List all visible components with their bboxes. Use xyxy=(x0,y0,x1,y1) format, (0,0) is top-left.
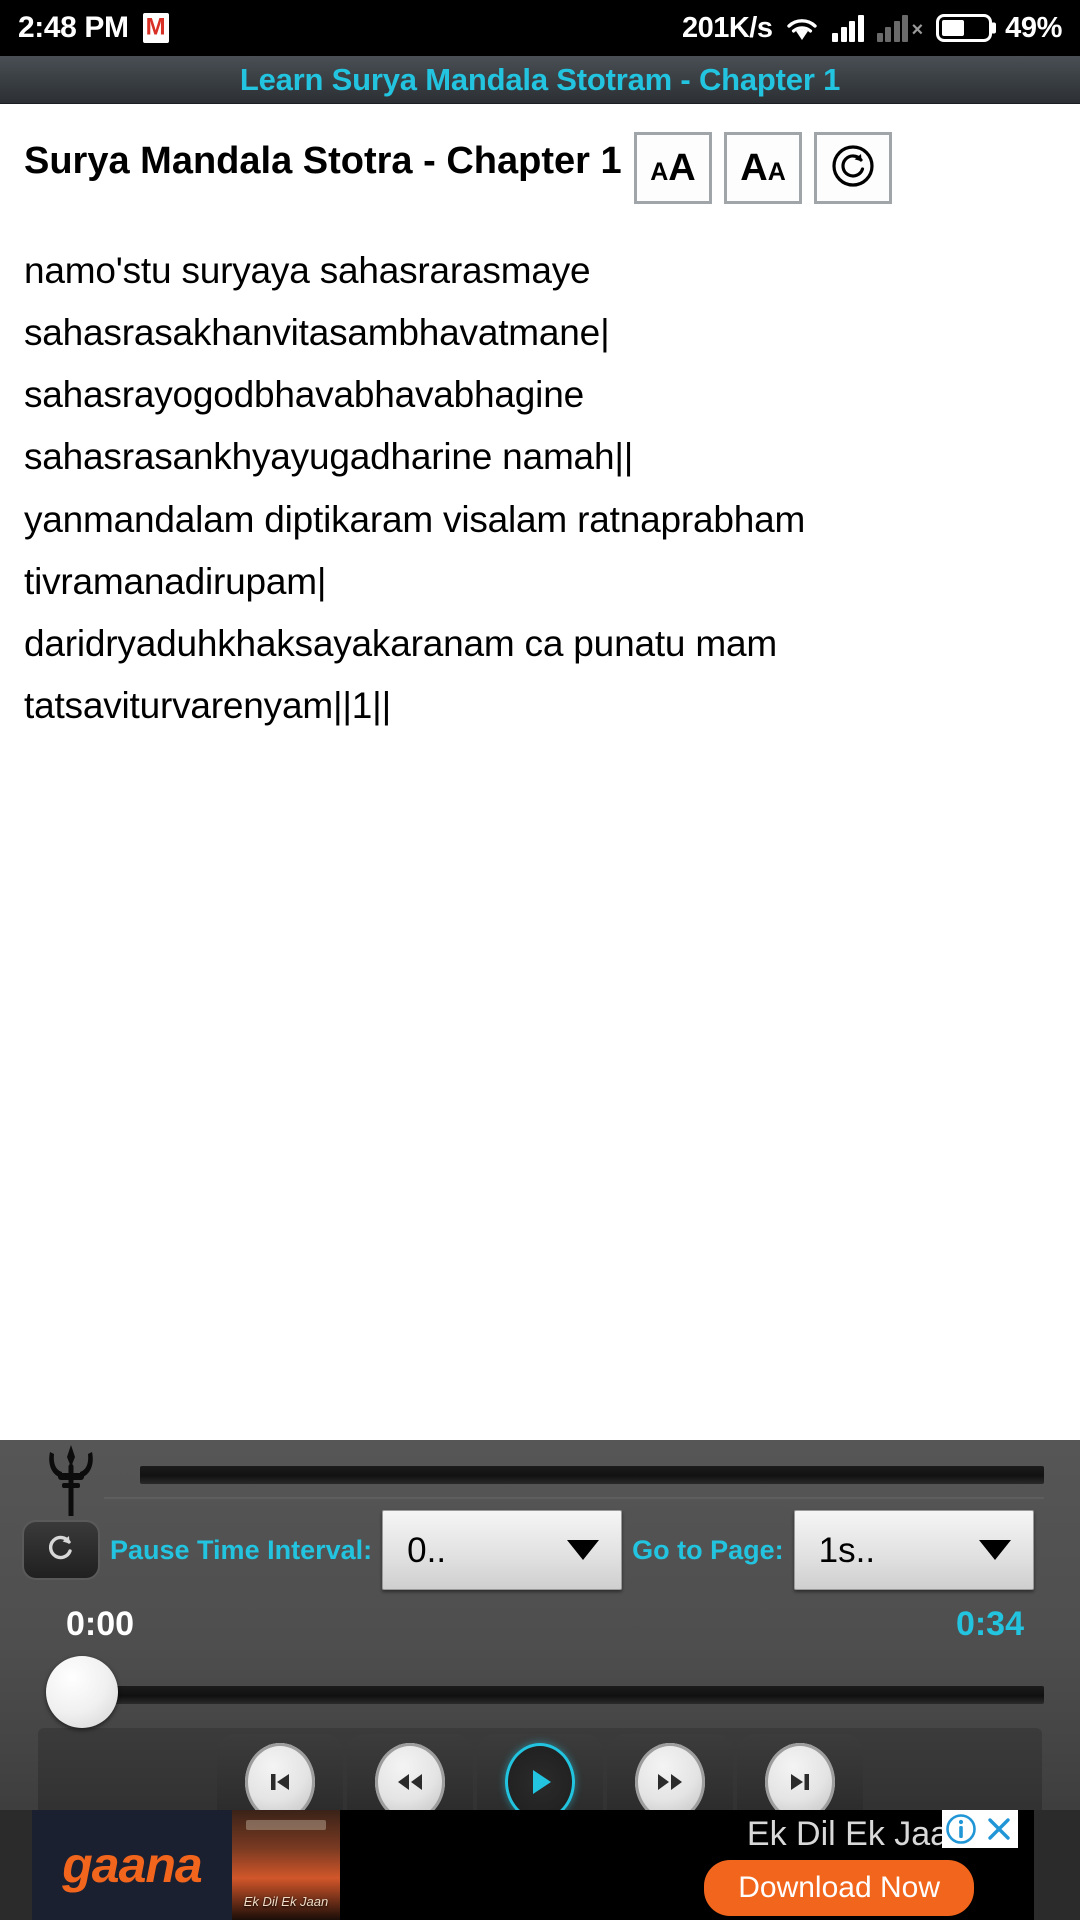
page-title: Learn Surya Mandala Stotram - Chapter 1 xyxy=(239,61,841,97)
ad-info-icon[interactable] xyxy=(942,1810,980,1848)
ad-download-button[interactable]: Download Now xyxy=(704,1859,974,1916)
ad-album-art-title: Ek Dil Ek Jaan xyxy=(243,1894,329,1910)
loop-repeat-button[interactable] xyxy=(22,1520,100,1580)
pause-time-interval-value: 0.. xyxy=(407,1530,447,1570)
seek-track[interactable] xyxy=(114,1686,1044,1704)
top-divider-line xyxy=(104,1497,1044,1499)
increase-font-icon: AA xyxy=(650,147,696,189)
reset-button[interactable] xyxy=(814,132,892,204)
battery-icon xyxy=(936,14,993,42)
pause-time-interval-dropdown[interactable]: 0.. xyxy=(382,1510,623,1590)
reset-circular-arrow-icon xyxy=(830,143,876,194)
status-bar-left: 2:48 PM xyxy=(18,11,169,45)
chevron-down-icon xyxy=(978,1540,1011,1560)
content-header: Surya Mandala Stotra - Chapter 1 AA AA xyxy=(24,130,1056,204)
seek-bar[interactable] xyxy=(18,1650,1062,1728)
status-bar-right: 201K/s × 49% xyxy=(682,12,1062,45)
increase-font-button[interactable]: AA xyxy=(634,132,712,204)
status-bar: 2:48 PM 201K/s × 49% xyxy=(0,0,1080,56)
audio-player-panel: Pause Time Interval: 0.. Go to Page: 1s.… xyxy=(0,1440,1080,1836)
trident-icon xyxy=(40,1442,102,1520)
chapter-title: Surya Mandala Stotra - Chapter 1 xyxy=(24,140,622,182)
top-progress-row xyxy=(18,1440,1062,1516)
network-speed-label: 201K/s xyxy=(681,11,773,44)
app-root: 2:48 PM 201K/s × 49% xyxy=(0,0,1080,1920)
player-options-row: Pause Time Interval: 0.. Go to Page: 1s.… xyxy=(18,1502,1062,1598)
ad-close-icon[interactable] xyxy=(980,1810,1018,1848)
current-time-label: 0:00 xyxy=(66,1604,135,1643)
ad-banner[interactable]: gaana Ek Dil Ek Jaan Ek Dil Ek Jaan Down… xyxy=(0,1810,1080,1920)
go-to-page-dropdown[interactable]: 1s.. xyxy=(793,1510,1034,1590)
ad-right-gutter xyxy=(1034,1810,1080,1920)
verse-text: namo'stu suryaya sahasrarasmaye sahasras… xyxy=(24,250,806,727)
loop-repeat-icon xyxy=(41,1528,81,1573)
title-bar: Learn Surya Mandala Stotram - Chapter 1 xyxy=(0,56,1080,104)
battery-percent-label: 49% xyxy=(1005,11,1062,44)
ad-left-gutter xyxy=(0,1810,32,1920)
decrease-font-icon: AA xyxy=(740,147,786,189)
status-clock: 2:48 PM xyxy=(18,11,129,44)
signal-bars-icon xyxy=(832,14,864,42)
ad-brand-logo: gaana xyxy=(32,1810,232,1920)
ad-album-art: Ek Dil Ek Jaan xyxy=(232,1810,340,1920)
ad-headline: Ek Dil Ek Jaan xyxy=(746,1814,968,1853)
go-to-page-value: 1s.. xyxy=(818,1530,876,1570)
top-progress-track[interactable] xyxy=(140,1466,1044,1484)
seek-thumb[interactable] xyxy=(46,1656,118,1728)
wifi-icon xyxy=(785,13,819,43)
gmail-icon xyxy=(142,13,169,43)
decrease-font-button[interactable]: AA xyxy=(724,132,802,204)
ad-brand-label: gaana xyxy=(62,1837,203,1893)
go-to-page-label: Go to Page: xyxy=(632,1534,784,1565)
ad-badges xyxy=(942,1810,1018,1848)
content-area: Surya Mandala Stotra - Chapter 1 AA AA n… xyxy=(0,104,1080,1440)
time-labels-row: 0:00 0:34 xyxy=(18,1598,1062,1650)
chevron-down-icon xyxy=(567,1540,600,1560)
ad-body: Ek Dil Ek Jaan Download Now xyxy=(340,1810,1034,1920)
signal-no-service-icon: × xyxy=(876,14,923,42)
font-control-buttons: AA AA xyxy=(634,130,892,204)
pause-time-interval-label: Pause Time Interval: xyxy=(110,1534,373,1565)
total-time-label: 0:34 xyxy=(955,1604,1024,1643)
